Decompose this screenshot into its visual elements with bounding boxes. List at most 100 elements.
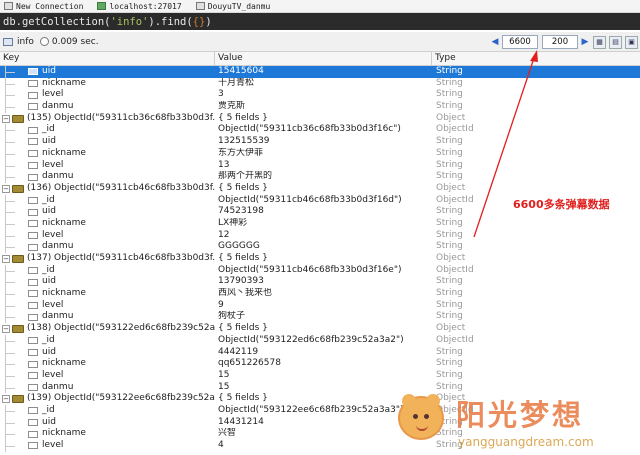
row-value: 十月青松: [218, 77, 255, 88]
row-key: nickname: [42, 288, 86, 299]
field-row[interactable]: nickname 十月青松 String: [0, 77, 640, 90]
row-key: level: [42, 440, 64, 450]
row-key-cell: nickname: [0, 218, 215, 230]
row-key: danmu: [42, 381, 74, 392]
row-key-cell: uid: [0, 417, 215, 429]
field-row[interactable]: level 15 String: [0, 369, 640, 382]
field-row[interactable]: danmu 贾克斯 String: [0, 101, 640, 113]
field-icon: [28, 278, 38, 286]
field-icon: [28, 103, 38, 111]
tree-branch-line: [5, 270, 15, 272]
query-editor[interactable]: db.getCollection('info').find({}): [0, 13, 640, 30]
tree-branch-line: [5, 422, 15, 424]
tree-branch-line: [5, 364, 15, 366]
row-type: String: [436, 159, 463, 170]
row-type: String: [436, 217, 463, 228]
field-icon: [28, 337, 38, 345]
connection-host-segment[interactable]: localhost:27017: [97, 2, 182, 11]
collapse-toggle-icon[interactable]: −: [2, 254, 10, 263]
row-type: ObjectId: [436, 264, 474, 275]
field-row[interactable]: nickname 西风丶我来也 String: [0, 288, 640, 300]
row-key-cell: danmu: [0, 311, 215, 323]
field-icon: [28, 126, 38, 134]
field-row[interactable]: level 12 String: [0, 229, 640, 242]
document-row[interactable]: − (137) ObjectId("59311cb46c68fb33b0d3f..…: [0, 253, 640, 265]
query-suffix: ): [205, 15, 212, 28]
field-row[interactable]: level 13 String: [0, 159, 640, 172]
limit-input[interactable]: [542, 35, 578, 49]
row-type: String: [436, 369, 463, 380]
document-row[interactable]: − (138) ObjectId("593122ed6c68fb239c52a..…: [0, 323, 640, 335]
connection-bar: New Connection localhost:27017 DouyuTV_d…: [0, 0, 640, 13]
row-type: String: [436, 311, 463, 322]
row-key: uid: [42, 206, 56, 217]
field-row[interactable]: _id ObjectId("593122ed6c68fb239c52a3a2") O…: [0, 334, 640, 347]
connection-name-segment[interactable]: New Connection: [4, 2, 83, 11]
row-key: uid: [42, 276, 56, 287]
field-row[interactable]: _id ObjectId("59311cb36c68fb33b0d3f16c") O…: [0, 124, 640, 137]
skip-input[interactable]: [502, 35, 538, 49]
table-view-icon[interactable]: ▤: [609, 35, 622, 49]
field-row[interactable]: danmu 狗杖子 String: [0, 311, 640, 324]
text-view-icon[interactable]: ▣: [625, 35, 638, 49]
table-header: Key Value Type: [0, 52, 640, 66]
query-time: 0.009 sec.: [51, 36, 99, 47]
collapse-toggle-icon[interactable]: −: [2, 324, 10, 333]
row-key-cell: uid: [0, 206, 215, 218]
field-row[interactable]: danmu GGGGGG String: [0, 241, 640, 253]
collapse-toggle-icon[interactable]: −: [2, 184, 10, 193]
column-header-value[interactable]: Value: [215, 52, 432, 66]
tree-view-icon[interactable]: ▦: [593, 35, 606, 49]
row-key-cell: danmu: [0, 382, 215, 394]
database-icon: [195, 2, 205, 10]
lion-face-icon: [398, 394, 444, 440]
row-key: uid: [42, 346, 56, 357]
prev-page-icon[interactable]: ◀: [490, 35, 500, 49]
next-page-icon[interactable]: ▶: [580, 35, 590, 49]
server-icon: [97, 2, 107, 10]
field-row[interactable]: nickname qq651226578 String: [0, 358, 640, 370]
row-key: (139) ObjectId("593122ee6c68fb239c52a...: [27, 393, 215, 404]
row-key-cell: nickname: [0, 148, 215, 160]
field-row[interactable]: uid 4442119 String: [0, 346, 640, 359]
row-key: level: [42, 159, 64, 170]
tree-branch-line: [5, 305, 15, 307]
field-row[interactable]: nickname 东方大伊菲 String: [0, 147, 640, 160]
collapse-toggle-icon[interactable]: −: [2, 395, 10, 404]
row-type: String: [436, 171, 463, 182]
field-icon: [28, 313, 38, 321]
field-row[interactable]: nickname LX神彩 String: [0, 217, 640, 230]
watermark-title: 阳光梦想: [456, 398, 585, 432]
field-icon: [28, 196, 38, 204]
row-key: nickname: [42, 358, 86, 369]
computer-icon: [4, 2, 13, 10]
row-key: nickname: [42, 428, 86, 439]
collapse-toggle-icon[interactable]: −: [2, 114, 10, 123]
row-value: { 5 fields }: [218, 182, 268, 193]
field-icon: [28, 231, 38, 239]
field-icon: [28, 430, 38, 438]
row-key-cell: − (139) ObjectId("593122ee6c68fb239c52a..…: [0, 393, 215, 405]
field-row[interactable]: level 9 String: [0, 299, 640, 312]
row-type: String: [436, 89, 463, 100]
field-icon: [28, 68, 38, 76]
document-row[interactable]: − (135) ObjectId("59311cb36c68fb33b0d3f..…: [0, 113, 640, 125]
field-row[interactable]: _id ObjectId("59311cb46c68fb33b0d3f16e") O…: [0, 264, 640, 277]
field-icon: [28, 243, 38, 251]
column-header-key[interactable]: Key: [0, 52, 215, 66]
field-row[interactable]: uid 15415604 String: [0, 66, 640, 78]
field-row[interactable]: level 3 String: [0, 89, 640, 102]
result-collection: info: [17, 36, 34, 47]
database-segment[interactable]: DouyuTV_danmu: [195, 2, 270, 11]
row-key: uid: [42, 136, 56, 147]
field-row[interactable]: uid 132515539 String: [0, 136, 640, 148]
column-header-type[interactable]: Type: [432, 52, 632, 66]
row-key-cell: level: [0, 300, 215, 312]
field-icon: [28, 80, 38, 88]
document-row[interactable]: − (136) ObjectId("59311cb46c68fb33b0d3f..…: [0, 183, 640, 195]
field-row[interactable]: danmu 那两个开黑的 String: [0, 171, 640, 183]
row-type: String: [436, 77, 463, 88]
field-row[interactable]: uid 13790393 String: [0, 276, 640, 289]
row-type: ObjectId: [436, 124, 474, 135]
row-key: nickname: [42, 147, 86, 158]
